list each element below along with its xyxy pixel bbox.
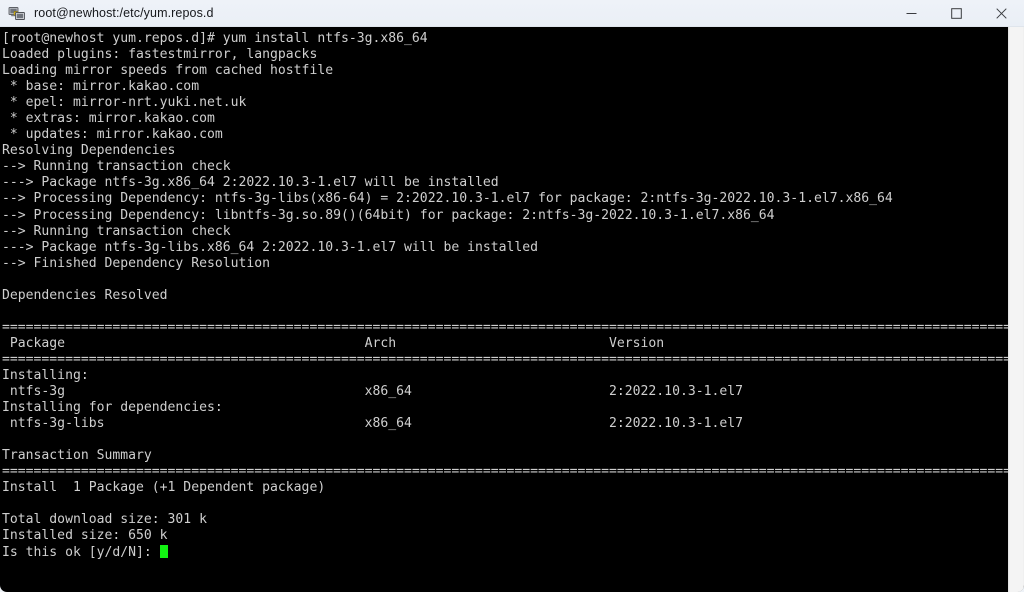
close-button[interactable] <box>979 0 1024 27</box>
minimize-button[interactable] <box>889 0 934 27</box>
window-titlebar[interactable]: root@newhost:/etc/yum.repos.d <box>0 0 1024 27</box>
putty-terminal-icon <box>8 5 25 22</box>
terminal-screen[interactable]: [root@newhost yum.repos.d]# yum install … <box>0 27 1024 592</box>
terminal-cursor <box>159 544 168 558</box>
terminal-text: [root@newhost yum.repos.d]# yum install … <box>2 31 1009 560</box>
maximize-button[interactable] <box>934 0 979 27</box>
terminal-window: root@newhost:/etc/yum.repos.d [root@newh… <box>0 0 1024 592</box>
window-title: root@newhost:/etc/yum.repos.d <box>34 6 214 20</box>
scrollbar-thumb[interactable] <box>1010 27 1023 592</box>
vertical-scrollbar[interactable] <box>1008 27 1024 592</box>
terminal-output[interactable]: [root@newhost yum.repos.d]# yum install … <box>0 27 1009 592</box>
window-controls <box>889 0 1024 27</box>
